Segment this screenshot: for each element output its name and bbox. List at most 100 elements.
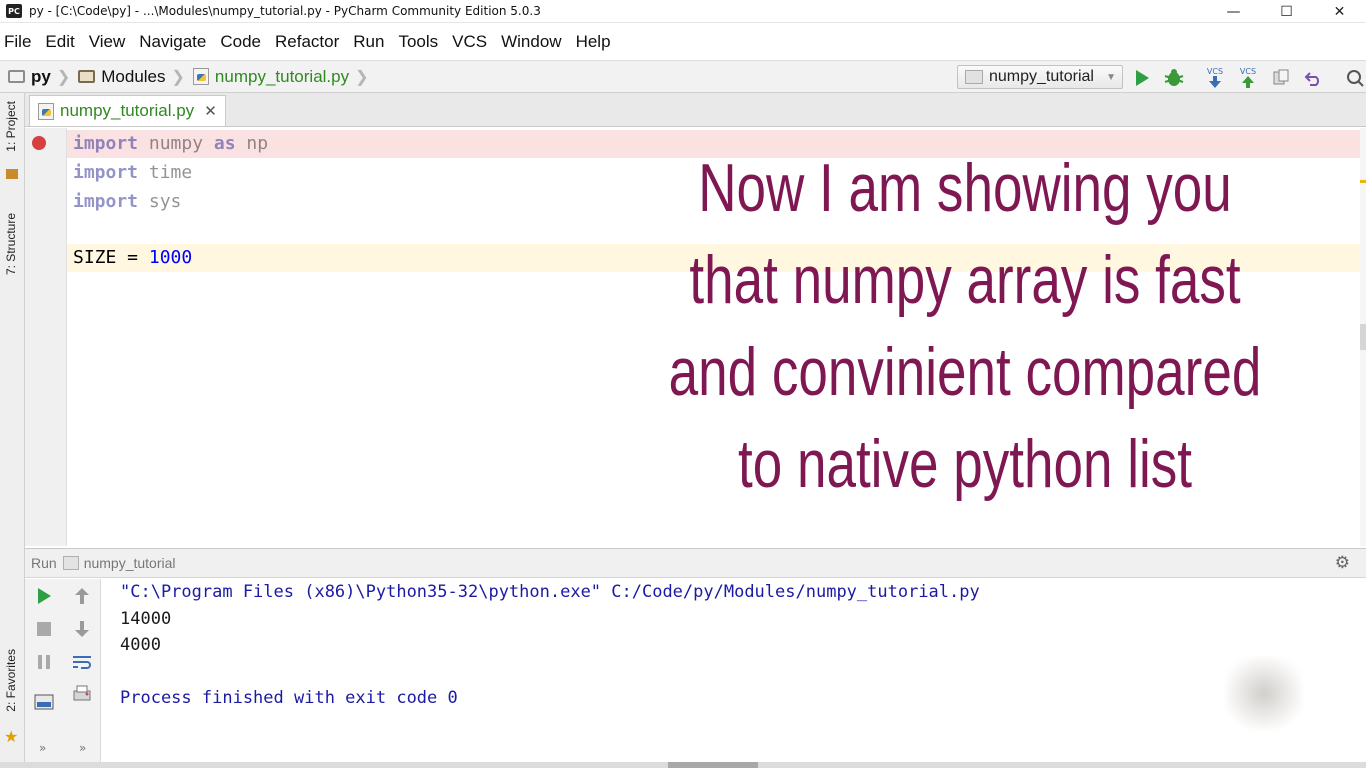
run-config-label: numpy_tutorial (989, 68, 1094, 85)
close-icon[interactable]: ✕ (204, 102, 217, 120)
number-literal: 1000 (148, 247, 193, 268)
bug-icon (1164, 69, 1184, 86)
console-command-line: "C:\Program Files (x86)\Python35-32\pyth… (120, 582, 980, 602)
console-output-line: 4000 (120, 635, 161, 655)
vcs-commit-button[interactable]: VCS (1237, 67, 1259, 89)
vcs-update-label: VCS (1206, 67, 1224, 76)
gear-icon[interactable]: ⚙ (1335, 553, 1350, 573)
breadcrumb-folder-label: Modules (101, 66, 166, 86)
module-name: sys (138, 191, 182, 212)
keyword-as: as (213, 133, 236, 154)
menu-run[interactable]: Run (353, 32, 384, 52)
menu-navigate[interactable]: Navigate (139, 32, 206, 52)
play-icon (1136, 70, 1149, 86)
menu-edit[interactable]: Edit (45, 32, 74, 52)
menu-tools[interactable]: Tools (398, 32, 438, 52)
breadcrumb-project[interactable]: py ❯ (8, 67, 70, 87)
undo-icon (1304, 72, 1319, 86)
pycharm-app-icon: PC (6, 4, 22, 18)
run-panel-config: numpy_tutorial (83, 555, 176, 571)
run-panel-header: Run numpy_tutorial ⚙ (25, 548, 1366, 578)
revert-button[interactable] (1303, 67, 1325, 89)
maximize-button[interactable]: ☐ (1260, 0, 1313, 23)
project-tool-tab[interactable]: 1: Project (4, 101, 18, 152)
structure-tool-tab[interactable]: 7: Structure (4, 213, 18, 275)
breakpoint-icon[interactable] (32, 136, 46, 150)
left-tool-strip: 1: Project 7: Structure 2: Favorites ★ (0, 93, 25, 763)
keyword-import: import (73, 133, 139, 154)
pause-button[interactable] (33, 651, 55, 673)
video-caption-overlay: Now I am showing you that numpy array is… (668, 150, 1262, 502)
editor-error-stripe[interactable] (1360, 128, 1366, 546)
stop-button[interactable] (33, 618, 55, 640)
window-controls: — ☐ ✕ (1207, 0, 1366, 23)
chevron-down-icon: ▼ (1106, 71, 1116, 83)
project-icon (6, 169, 18, 179)
run-config-icon (62, 556, 79, 570)
wrap-icon (73, 656, 91, 669)
menu-vcs[interactable]: VCS (452, 32, 487, 52)
warning-mark[interactable] (1360, 180, 1366, 183)
search-button[interactable] (1344, 67, 1366, 89)
module-name: numpy (138, 133, 214, 154)
video-watermark-logo (1226, 657, 1302, 729)
chevron-right-icon: ❯ (171, 68, 185, 86)
run-button[interactable] (1131, 67, 1153, 89)
window-title: py - [C:\Code\py] - ...\Modules\numpy_tu… (29, 4, 541, 18)
breadcrumb-file-label: numpy_tutorial.py (214, 66, 350, 86)
variable-assignment: SIZE = (73, 247, 149, 268)
chevron-right-icon: ❯ (355, 68, 369, 86)
rerun-button[interactable] (33, 585, 55, 607)
horizontal-scrollbar[interactable] (0, 762, 1366, 768)
module-name: time (138, 162, 193, 183)
layout-button[interactable] (33, 691, 55, 713)
keyword-import: import (73, 191, 139, 212)
vcs-update-button[interactable]: VCS (1204, 67, 1226, 89)
arrow-down-icon (75, 621, 89, 637)
menu-code[interactable]: Code (220, 32, 261, 52)
search-icon (1347, 70, 1364, 87)
compare-icon (1273, 69, 1289, 85)
window-title-bar: PC py - [C:\Code\py] - ...\Modules\numpy… (0, 0, 1366, 23)
run-config-icon (965, 70, 983, 84)
scroll-up-button[interactable] (71, 585, 93, 607)
editor-gutter[interactable] (25, 128, 67, 546)
run-configuration-select[interactable]: numpy_tutorial ▼ (957, 65, 1123, 89)
favorites-tool-tab[interactable]: 2: Favorites (4, 649, 18, 712)
breadcrumb-project-label: py (31, 66, 51, 86)
menu-view[interactable]: View (89, 32, 126, 52)
menu-bar: File Edit View Navigate Code Refactor Ru… (0, 31, 1366, 53)
run-toolbar: » » (25, 579, 101, 763)
stop-icon (37, 622, 51, 636)
soft-wrap-button[interactable] (71, 651, 93, 673)
run-panel-title: Run (31, 555, 57, 571)
print-button[interactable] (71, 683, 93, 705)
breadcrumb-file[interactable]: numpy_tutorial.py ❯ (192, 66, 369, 87)
menu-file[interactable]: File (4, 32, 31, 52)
scrollbar-thumb[interactable] (668, 762, 758, 768)
expand-toolbar-icon[interactable]: » (39, 741, 46, 755)
menu-window[interactable]: Window (501, 32, 561, 52)
breadcrumb-folder[interactable]: Modules ❯ (78, 67, 185, 87)
folder-icon (8, 70, 25, 83)
menu-help[interactable]: Help (576, 32, 611, 52)
star-icon: ★ (4, 727, 19, 746)
compare-button[interactable] (1270, 67, 1292, 89)
menu-refactor[interactable]: Refactor (275, 32, 339, 52)
tab-numpy-tutorial[interactable]: numpy_tutorial.py ✕ (29, 95, 226, 126)
scroll-down-button[interactable] (71, 618, 93, 640)
close-window-button[interactable]: ✕ (1313, 0, 1366, 23)
vcs-commit-label: VCS (1239, 67, 1257, 76)
printer-icon (73, 685, 91, 701)
tab-label: numpy_tutorial.py (60, 101, 195, 120)
python-file-icon (38, 102, 54, 120)
scroll-thumb[interactable] (1360, 324, 1366, 350)
expand-toolbar-icon[interactable]: » (79, 741, 86, 755)
console-output[interactable]: "C:\Program Files (x86)\Python35-32\pyth… (102, 579, 1366, 763)
chevron-right-icon: ❯ (56, 68, 71, 86)
layout-icon (34, 694, 54, 710)
play-icon (38, 588, 51, 604)
pause-icon (38, 655, 50, 669)
debug-button[interactable] (1163, 67, 1185, 89)
minimize-button[interactable]: — (1207, 0, 1260, 23)
